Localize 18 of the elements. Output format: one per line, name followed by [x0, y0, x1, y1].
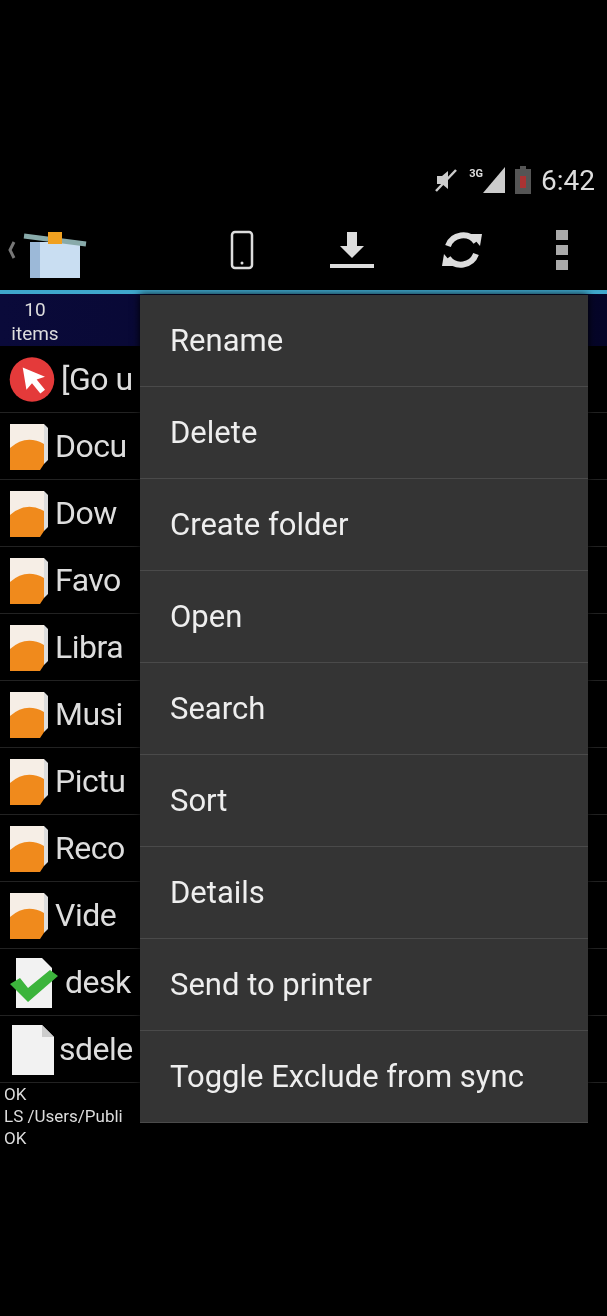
file-name: [Go u	[61, 360, 133, 398]
file-name: Favo	[55, 561, 121, 599]
log-line: OK	[4, 1127, 28, 1149]
file-name: Vide	[55, 896, 117, 934]
file-name: Pictu	[55, 762, 126, 800]
file-name: desk	[65, 963, 131, 1001]
network-type: 3G	[469, 167, 483, 180]
file-name: Dow	[55, 494, 117, 532]
file-name: Docu	[55, 427, 127, 465]
log-line: OK	[4, 1083, 28, 1105]
file-name: Libra	[55, 628, 124, 666]
log-line: LS /Users/Publi	[4, 1105, 124, 1127]
item-count-label: items	[11, 322, 59, 346]
clock-time: 6:42	[541, 163, 595, 197]
item-count: 10	[24, 298, 46, 322]
file-name: Reco	[55, 829, 125, 867]
file-name: Musi	[55, 695, 123, 733]
file-name: sdele	[59, 1030, 133, 1068]
